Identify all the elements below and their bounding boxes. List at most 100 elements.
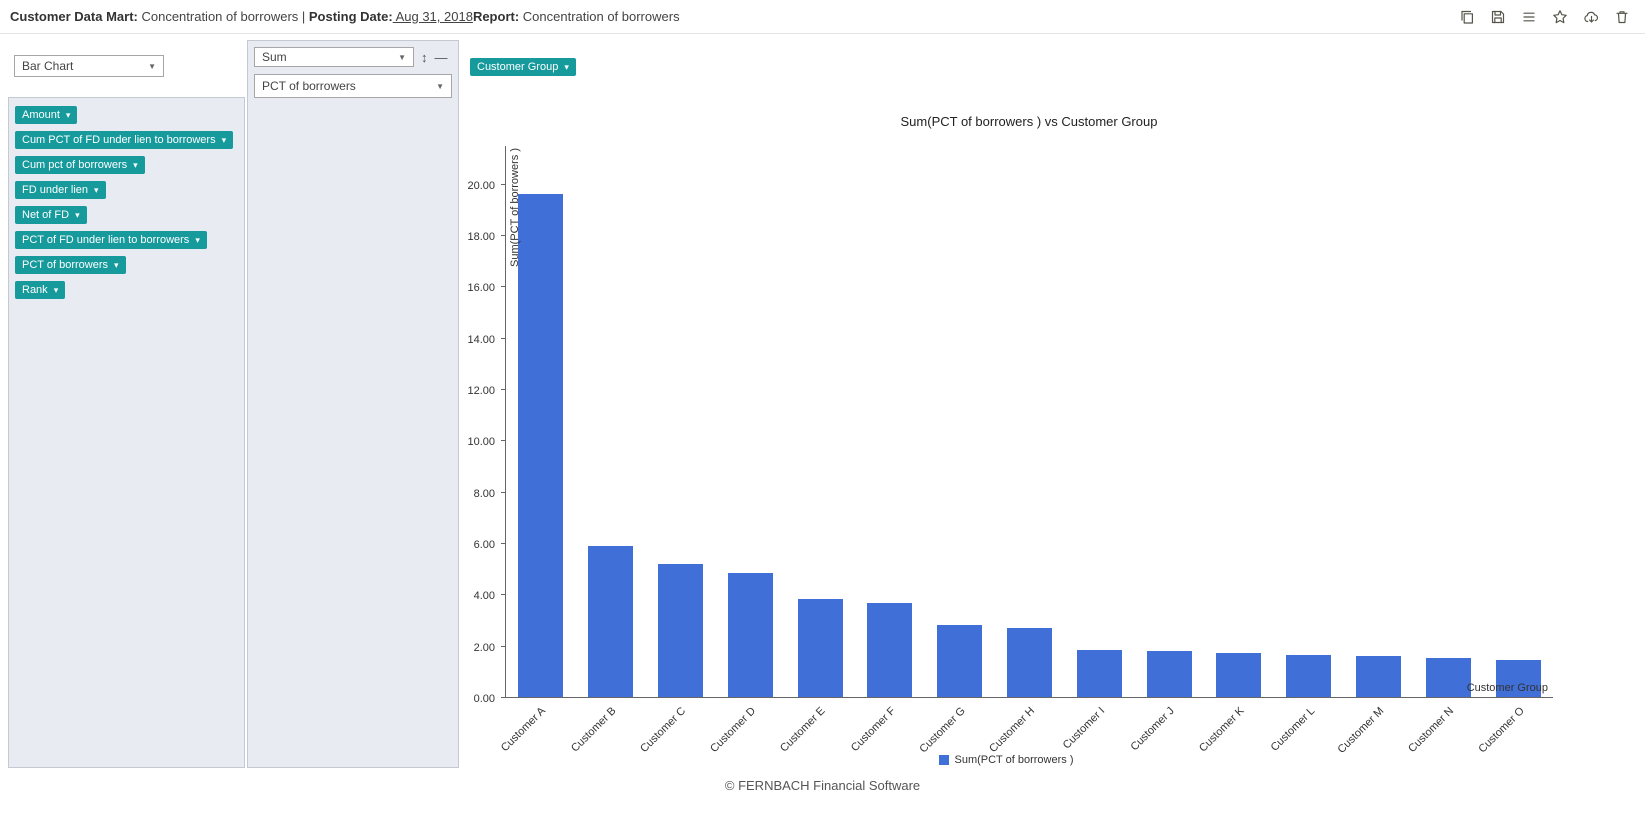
bar-slot (715, 573, 785, 698)
bar-slot (1274, 655, 1344, 697)
measure-select[interactable]: PCT of borrowers (254, 74, 452, 98)
fields-panel: Amount Cum PCT of FD under lien to borrow… (8, 97, 245, 768)
legend-label: Sum(PCT of borrowers ) (955, 754, 1074, 766)
y-tick-label: 8.00 (474, 488, 495, 500)
bar-slot (785, 599, 855, 697)
y-tick-label: 2.00 (474, 642, 495, 654)
export-icon[interactable] (1458, 8, 1476, 26)
bar[interactable] (1077, 650, 1122, 698)
bar[interactable] (1007, 628, 1052, 697)
bar[interactable] (798, 599, 843, 697)
x-tick-label: Customer L (1268, 705, 1317, 754)
field-chip[interactable]: PCT of FD under lien to borrowers (15, 231, 207, 249)
bar[interactable] (1356, 656, 1401, 697)
bar[interactable] (518, 194, 563, 697)
x-label-slot: Customer I (1064, 698, 1134, 750)
bar[interactable] (728, 573, 773, 698)
bar-slot (855, 603, 925, 697)
field-chip[interactable]: FD under lien (15, 181, 106, 199)
x-label-slot: Customer F (854, 698, 924, 750)
field-chip-label: PCT of borrowers (22, 259, 108, 271)
field-chip-label: Amount (22, 109, 60, 121)
bar[interactable] (1216, 653, 1261, 697)
x-tick-label: Customer K (1197, 705, 1247, 755)
datamart-label: Customer Data Mart: (10, 9, 138, 24)
bar-slot (1204, 653, 1274, 697)
x-tick-label: Customer J (1129, 705, 1177, 753)
aggregation-select[interactable]: Sum (254, 47, 414, 67)
posting-date-label: Posting Date: (309, 9, 393, 24)
group-by-value: Customer Group (477, 61, 558, 73)
x-tick-label: Customer M (1336, 705, 1387, 756)
x-tick-label: Customer I (1061, 705, 1108, 752)
field-chip[interactable]: Cum pct of borrowers (15, 156, 145, 174)
field-chip-label: Cum PCT of FD under lien to borrowers (22, 134, 216, 146)
field-chip-label: Cum pct of borrowers (22, 159, 127, 171)
x-tick-label: Customer B (569, 705, 619, 755)
bar-slot (576, 546, 646, 698)
x-tick-label: Customer C (638, 705, 688, 755)
sort-updown-icon[interactable]: ↕ (421, 51, 428, 64)
x-tick-label: Customer O (1476, 705, 1526, 755)
bar-slot (646, 564, 716, 698)
x-label-slot: Customer C (645, 698, 715, 750)
group-by-pill[interactable]: Customer Group (470, 58, 576, 76)
breadcrumb: Customer Data Mart: Concentration of bor… (10, 9, 680, 24)
toolbar (1458, 8, 1631, 26)
x-tick-label: Customer A (499, 705, 548, 754)
trash-icon[interactable] (1613, 8, 1631, 26)
bar[interactable] (588, 546, 633, 698)
legend-swatch (939, 755, 949, 765)
bar-slot (1344, 656, 1414, 697)
x-label-slot: Customer K (1204, 698, 1274, 750)
left-column: Bar Chart Amount Cum PCT of FD under lien… (8, 40, 245, 768)
y-axis-title: Sum(PCT of borrowers ) (509, 148, 521, 267)
field-chip-label: Net of FD (22, 209, 69, 221)
x-axis-title: Customer Group (1467, 682, 1548, 694)
y-tick-label: 18.00 (467, 231, 495, 243)
y-tick-label: 20.00 (467, 180, 495, 192)
field-chip[interactable]: Amount (15, 106, 77, 124)
bar[interactable] (937, 625, 982, 697)
bar[interactable] (1147, 651, 1192, 697)
y-axis-ticks: 0.002.004.006.008.0010.0012.0014.0016.00… (459, 146, 505, 698)
field-chip[interactable]: Rank (15, 281, 65, 299)
measure-panel: Sum ↕ — PCT of borrowers (247, 40, 459, 768)
x-tick-label: Customer F (849, 705, 898, 754)
posting-date-link[interactable]: Aug 31, 2018 (393, 9, 473, 24)
x-label-slot: Customer J (1134, 698, 1204, 750)
field-chip[interactable]: Net of FD (15, 206, 87, 224)
divider: | (302, 9, 309, 24)
y-tick-label: 16.00 (467, 282, 495, 294)
y-tick-label: 0.00 (474, 693, 495, 705)
x-label-slot: Customer D (715, 698, 785, 750)
bar[interactable] (658, 564, 703, 698)
bar[interactable] (1426, 658, 1471, 697)
field-chip[interactable]: Cum PCT of FD under lien to borrowers (15, 131, 233, 149)
chart-type-select[interactable]: Bar Chart (14, 55, 164, 77)
report-value: Concentration of borrowers (519, 9, 679, 24)
remove-measure-icon[interactable]: — (435, 51, 448, 64)
cloud-download-icon[interactable] (1582, 8, 1600, 26)
report-label: Report: (473, 9, 519, 24)
chart-title: Sum(PCT of borrowers ) vs Customer Group (459, 114, 1645, 129)
bar[interactable] (1286, 655, 1331, 697)
y-tick-label: 10.00 (467, 436, 495, 448)
favorite-star-icon[interactable] (1551, 8, 1569, 26)
x-label-slot: Customer G (924, 698, 994, 750)
x-label-slot: Customer O (1483, 698, 1553, 750)
x-tick-label: Customer D (708, 705, 758, 755)
x-label-slot: Customer E (784, 698, 854, 750)
bar-slot (1134, 651, 1204, 697)
bar[interactable] (867, 603, 912, 697)
x-tick-label: Customer N (1407, 705, 1457, 755)
bars-container: Sum(PCT of borrowers ) Customer Group (505, 146, 1553, 698)
list-view-icon[interactable] (1520, 8, 1538, 26)
save-icon[interactable] (1489, 8, 1507, 26)
aggregation-row: Sum ↕ — (254, 47, 452, 67)
chart-area: Customer Group Sum(PCT of borrowers ) vs… (459, 40, 1645, 768)
header-bar: Customer Data Mart: Concentration of bor… (0, 0, 1645, 34)
field-chip[interactable]: PCT of borrowers (15, 256, 126, 274)
legend: Sum(PCT of borrowers ) (505, 754, 1553, 766)
y-tick-label: 6.00 (474, 539, 495, 551)
